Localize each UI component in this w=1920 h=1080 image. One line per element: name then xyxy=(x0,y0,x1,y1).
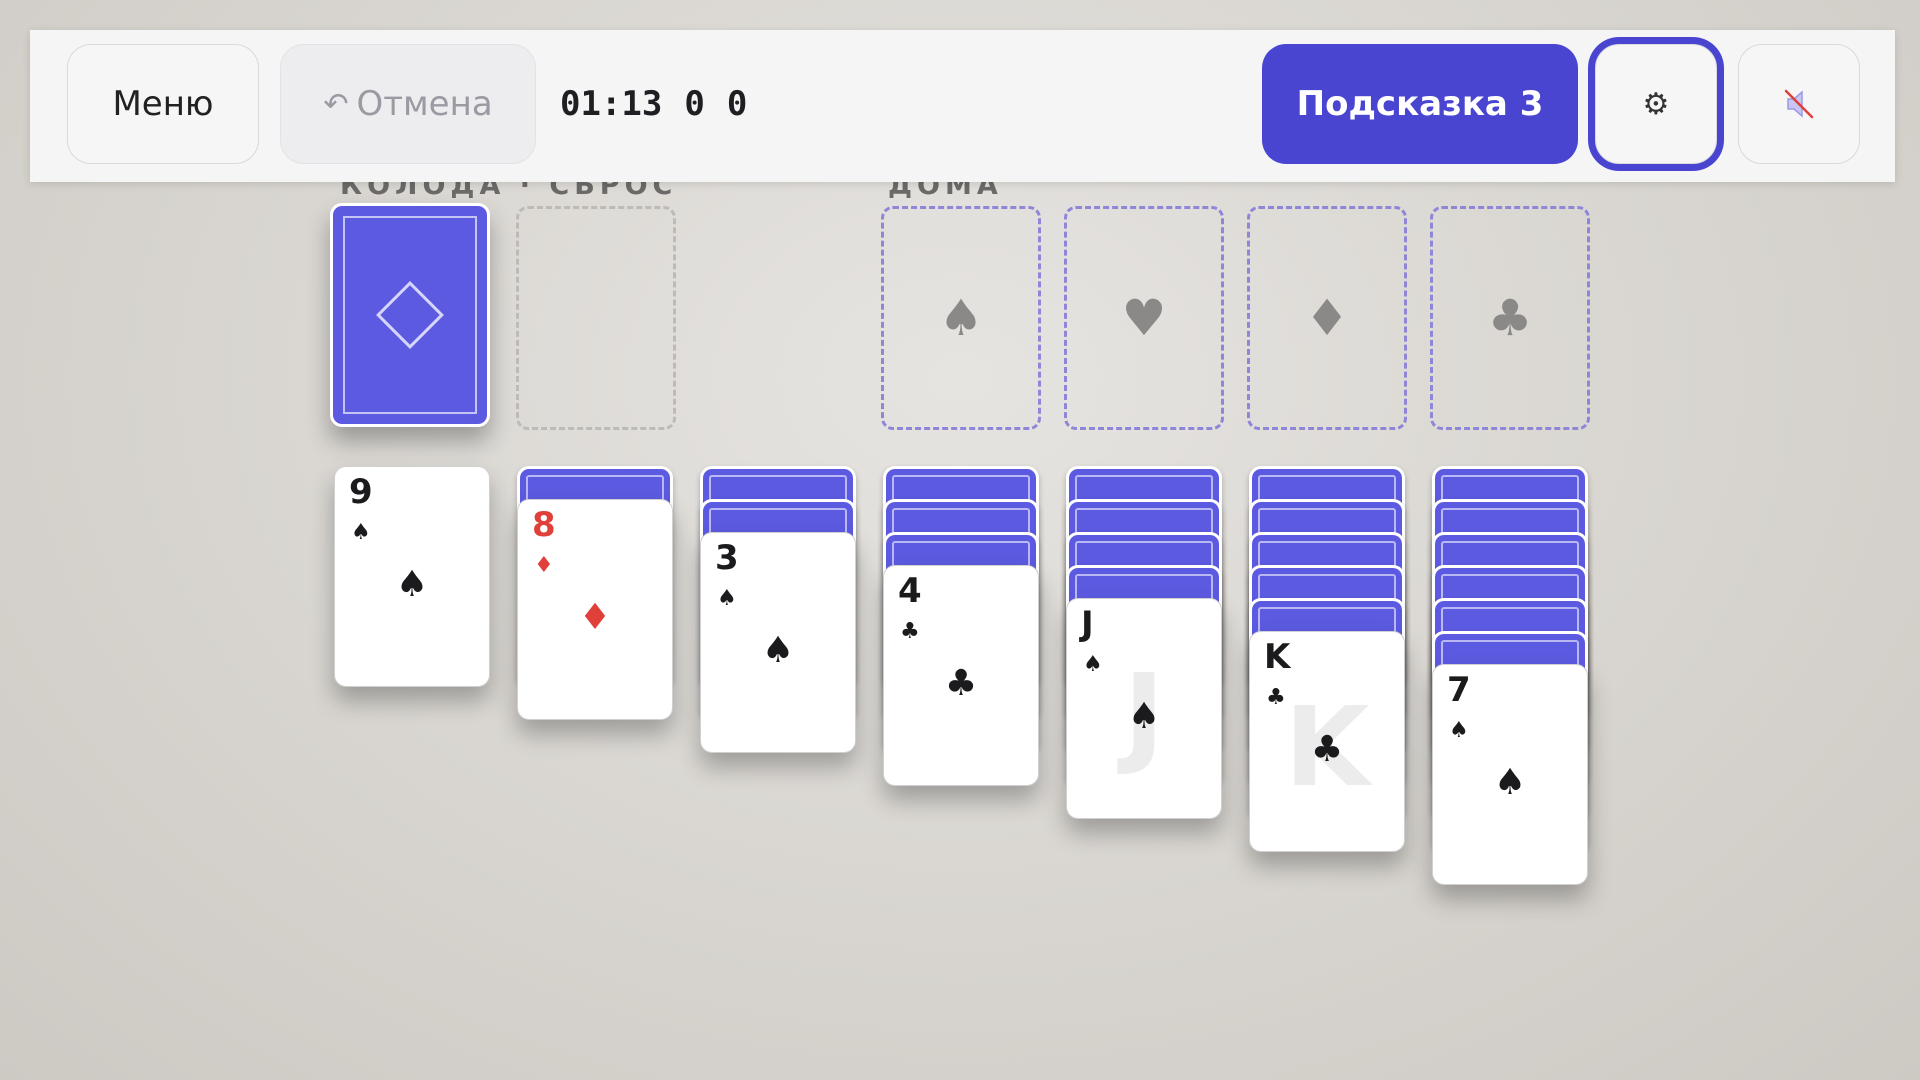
tableau-card-1[interactable]: 9 ♠ ♠ xyxy=(334,466,490,687)
card-rank: 9 xyxy=(349,472,373,512)
foundation-clubs[interactable]: ♣ xyxy=(1430,206,1590,430)
tableau-card-6[interactable]: K K ♣ ♣ xyxy=(1249,631,1405,852)
club-icon: ♣ xyxy=(944,663,978,704)
spade-icon: ♠ xyxy=(717,586,737,611)
spade-icon: ♠ xyxy=(761,630,795,671)
spade-icon: ♠ xyxy=(1127,696,1161,737)
tableau-card-5[interactable]: J J ♠ ♠ xyxy=(1066,598,1222,819)
menu-button[interactable]: Меню xyxy=(67,44,259,164)
foundation-hearts[interactable]: ♥ xyxy=(1064,206,1224,430)
undo-icon: ↶ xyxy=(323,86,349,122)
foundation-spades[interactable]: ♠ xyxy=(881,206,1041,430)
undo-button[interactable]: ↶ Отмена xyxy=(280,44,536,164)
settings-button[interactable]: ⚙ xyxy=(1595,44,1717,164)
tableau-card-3[interactable]: 3 ♠ ♠ xyxy=(700,532,856,753)
tableau-card-7[interactable]: 7 ♠ ♠ xyxy=(1432,664,1588,885)
move-count: 0 xyxy=(684,84,705,124)
spade-icon: ♠ xyxy=(395,564,429,605)
card-rank: 4 xyxy=(898,571,922,611)
spade-icon: ♠ xyxy=(351,520,371,545)
waste-pile-empty[interactable] xyxy=(516,206,676,430)
card-rank: 8 xyxy=(532,505,556,545)
card-rank: 3 xyxy=(715,538,739,578)
foundation-diamonds[interactable]: ♦ xyxy=(1247,206,1407,430)
menu-button-label: Меню xyxy=(112,84,214,124)
stock-pile[interactable] xyxy=(330,203,490,427)
card-back-diamond-icon xyxy=(376,281,444,349)
gear-icon: ⚙ xyxy=(1642,86,1670,122)
sound-toggle-button[interactable] xyxy=(1738,44,1860,164)
diamond-icon: ♦ xyxy=(578,597,612,638)
club-icon: ♣ xyxy=(900,619,920,644)
diamond-icon: ♦ xyxy=(534,553,554,578)
club-icon: ♣ xyxy=(1487,289,1533,347)
spade-icon: ♠ xyxy=(938,289,984,347)
undo-button-label: Отмена xyxy=(356,84,493,124)
card-rank: J xyxy=(1081,604,1094,644)
score: 0 xyxy=(726,84,748,124)
spade-icon: ♠ xyxy=(1083,652,1103,677)
hint-button[interactable]: Подсказка 3 xyxy=(1262,44,1578,164)
diamond-icon: ♦ xyxy=(1304,289,1350,347)
heart-icon: ♥ xyxy=(1121,289,1167,347)
tableau-card-2[interactable]: 8 ♦ ♦ xyxy=(517,499,673,720)
club-icon: ♣ xyxy=(1266,685,1286,710)
card-rank: 7 xyxy=(1447,670,1471,710)
timer: 01:13 xyxy=(560,84,663,124)
tableau-card-4[interactable]: 4 ♣ ♣ xyxy=(883,565,1039,786)
card-rank: K xyxy=(1264,637,1291,677)
spade-icon: ♠ xyxy=(1449,718,1469,743)
spade-icon: ♠ xyxy=(1493,762,1527,803)
top-toolbar: Меню ↶ Отмена 01:13 0 0 Подсказка 3 ⚙ xyxy=(30,30,1895,182)
game-stats: 01:13 0 0 xyxy=(560,44,769,164)
speaker-muted-icon xyxy=(1784,89,1814,119)
hint-button-label: Подсказка 3 xyxy=(1296,84,1544,124)
club-icon: ♣ xyxy=(1310,729,1344,770)
